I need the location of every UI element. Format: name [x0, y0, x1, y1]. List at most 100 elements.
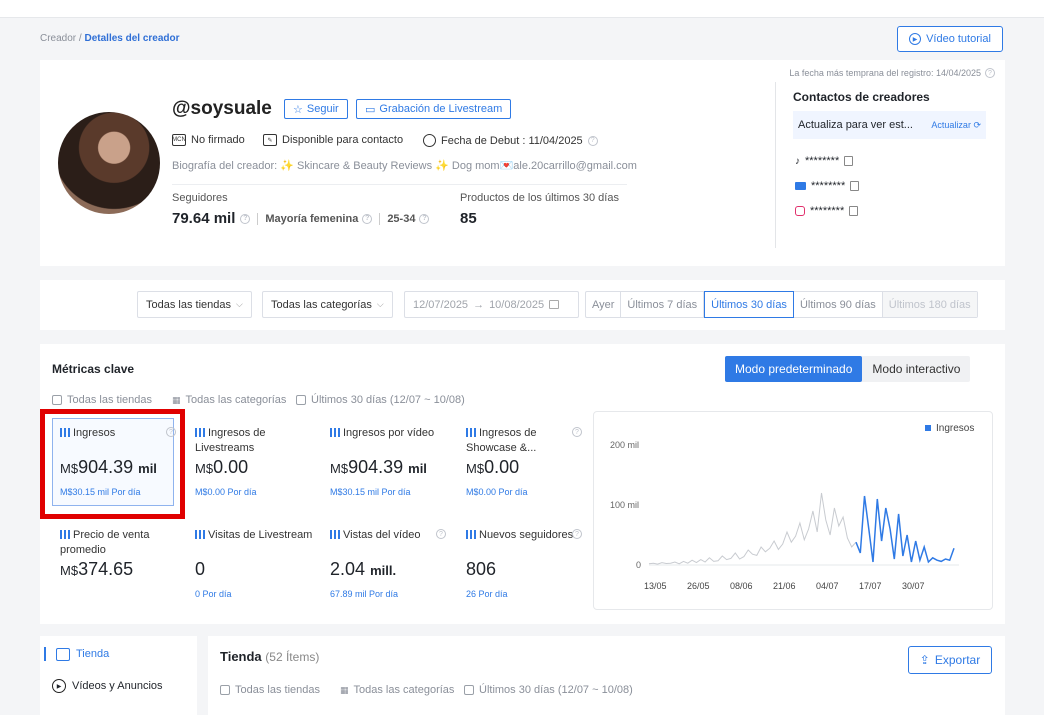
- help-icon[interactable]: ?: [362, 213, 373, 224]
- grid-icon: ▦: [172, 394, 181, 405]
- sidebar-item-tienda[interactable]: Tienda: [44, 647, 109, 661]
- bar-chart-icon: [330, 530, 340, 539]
- range-7-days[interactable]: Últimos 7 días: [621, 292, 705, 317]
- store-icon: [52, 395, 62, 405]
- bar-chart-icon: [195, 428, 205, 437]
- range-yesterday[interactable]: Ayer: [586, 292, 622, 317]
- products-label: Productos de los últimos 30 días: [460, 192, 619, 204]
- breadcrumb: Creador / Detalles del creador: [40, 33, 180, 44]
- legend-label: Ingresos: [936, 423, 974, 434]
- metric-card[interactable]: Precio de venta promedio M$374.65: [52, 520, 180, 610]
- contacts-title: Contactos de creadores: [793, 90, 930, 104]
- livestream-recording-button[interactable]: ▭ Grabación de Livestream: [356, 99, 512, 119]
- video-tutorial-button[interactable]: ▶ Vídeo tutorial: [897, 26, 1003, 52]
- metric-per-day: M$0.00 Por día: [466, 487, 528, 497]
- mcn-icon: MCN: [172, 134, 186, 146]
- help-icon[interactable]: ?: [985, 68, 995, 78]
- copy-icon[interactable]: [850, 181, 860, 191]
- help-icon[interactable]: ?: [572, 529, 582, 539]
- series-line-gray: [648, 492, 857, 565]
- breadcrumb-parent[interactable]: Creador: [40, 33, 76, 44]
- scope-category: ▦ Todas las categorías: [340, 684, 455, 696]
- debut-date: Fecha de Debut : 11/04/2025 ?: [423, 134, 598, 147]
- metric-card[interactable]: Nuevos seguidores? 806 26 Por día: [458, 520, 586, 610]
- metric-card[interactable]: Ingresos por vídeo M$904.39 mil M$30.15 mi…: [322, 418, 450, 508]
- legend-swatch: [925, 425, 931, 431]
- sidebar-item-videos[interactable]: ▶ Vídeos y Anuncios: [52, 679, 163, 693]
- metric-value: M$0.00: [466, 457, 520, 477]
- x-tick-label: 17/07: [859, 581, 882, 591]
- revenue-chart[interactable]: 0 100 mil 200 mil 13/05 26/05 08/06 21/06 04/07…: [593, 411, 993, 610]
- metric-label: Ingresos de Livestreams: [195, 427, 266, 454]
- instagram-icon: [795, 206, 805, 216]
- contact-email: ********: [795, 180, 860, 192]
- chevron-down-icon: ⌵: [236, 299, 243, 309]
- metric-per-day: 26 Por día: [466, 589, 508, 599]
- top-bar: [0, 0, 1044, 18]
- help-icon[interactable]: ?: [572, 427, 582, 437]
- metric-label: Visitas de Livestream: [195, 528, 313, 543]
- refresh-icon: ⟳: [973, 119, 981, 130]
- mode-toggle: Modo predeterminado Modo interactivo: [725, 356, 971, 382]
- metric-value: 806: [466, 559, 497, 579]
- clock-icon: [423, 134, 436, 147]
- bar-chart-icon: [466, 530, 476, 539]
- store-select[interactable]: Todas las tiendas ⌵: [137, 291, 252, 318]
- export-button[interactable]: ⇪ Exportar: [908, 646, 992, 674]
- help-icon[interactable]: ?: [587, 135, 598, 146]
- bar-chart-icon: [60, 530, 70, 539]
- x-tick-label: 04/07: [816, 581, 839, 591]
- update-contacts-box: Actualiza para ver est... Actualizar ⟳: [793, 111, 986, 139]
- date-range-picker[interactable]: 12/07/2025 → 10/08/2025: [404, 291, 579, 318]
- shop-sidebar: Tienda ▶ Vídeos y Anuncios: [40, 636, 197, 715]
- creator-bio: Biografía del creador: ✨ Skincare & Beau…: [172, 160, 637, 172]
- metric-per-day: M$0.00 Por día: [195, 487, 257, 497]
- follow-button[interactable]: ☆ Seguir: [284, 99, 348, 119]
- grid-icon: ▦: [340, 684, 349, 695]
- range-180-days: Últimos 180 días: [882, 292, 977, 317]
- range-90-days[interactable]: Últimos 90 días: [794, 292, 883, 317]
- metric-card[interactable]: Vistas del vídeo? 2.04 mill. 67.89 mil Por…: [322, 520, 450, 610]
- metric-value: 2.04 mill.: [330, 559, 397, 579]
- mode-interactive-button[interactable]: Modo interactivo: [862, 356, 970, 382]
- category-select[interactable]: Todas las categorías ⌵: [262, 291, 393, 318]
- highlight-box: [40, 409, 185, 519]
- play-icon: ▶: [52, 679, 66, 693]
- metric-label: Precio de venta promedio: [60, 529, 150, 556]
- mcn-status: MCN No firmado: [172, 134, 245, 146]
- avatar: [58, 112, 160, 214]
- help-icon[interactable]: ?: [240, 213, 251, 224]
- calendar-icon: [464, 685, 474, 695]
- metric-card[interactable]: Ingresos de Showcase &...? M$0.00 M$0.00 …: [458, 418, 586, 508]
- creator-profile-card: @soysuale ☆ Seguir ▭ Grabación de Livestre…: [40, 60, 1005, 266]
- help-icon[interactable]: ?: [436, 529, 446, 539]
- play-icon: ▶: [909, 33, 922, 45]
- metric-value: 0: [195, 559, 206, 579]
- y-tick-label: 0: [636, 560, 641, 570]
- copy-icon[interactable]: [849, 206, 859, 216]
- contact-card-icon: ✎: [263, 134, 277, 146]
- metric-label: Ingresos de Showcase &...: [466, 427, 537, 454]
- range-30-days[interactable]: Últimos 30 días: [704, 291, 794, 318]
- metric-card[interactable]: Ingresos de Livestreams M$0.00 M$0.00 Por…: [187, 418, 315, 508]
- registration-date: La fecha más temprana del registro: 14/0…: [789, 68, 995, 78]
- series-line-ingresos: [855, 495, 955, 564]
- metric-value: M$374.65: [60, 559, 134, 579]
- x-tick-label: 13/05: [644, 581, 667, 591]
- bar-chart-icon: [195, 530, 205, 539]
- x-tick-label: 26/05: [687, 581, 710, 591]
- creator-handle: @soysuale: [172, 98, 272, 119]
- followers-label: Seguidores: [172, 192, 228, 204]
- copy-icon[interactable]: [844, 156, 854, 166]
- x-tick-label: 30/07: [902, 581, 925, 591]
- chevron-down-icon: ⌵: [376, 299, 384, 309]
- help-icon[interactable]: ?: [419, 213, 430, 224]
- mode-default-button[interactable]: Modo predeterminado: [725, 356, 863, 382]
- update-link[interactable]: Actualizar ⟳: [931, 120, 981, 131]
- scope-period: Últimos 30 días (12/07 ~ 10/08): [296, 394, 465, 406]
- y-tick-label: 100 mil: [610, 500, 639, 510]
- store-icon: [56, 647, 70, 661]
- filter-bar: Todas las tiendas ⌵ Todas las categorías ⌵…: [40, 280, 1005, 330]
- star-icon: ☆: [293, 103, 303, 116]
- metric-card[interactable]: Visitas de Livestream 0 0 Por día: [187, 520, 315, 610]
